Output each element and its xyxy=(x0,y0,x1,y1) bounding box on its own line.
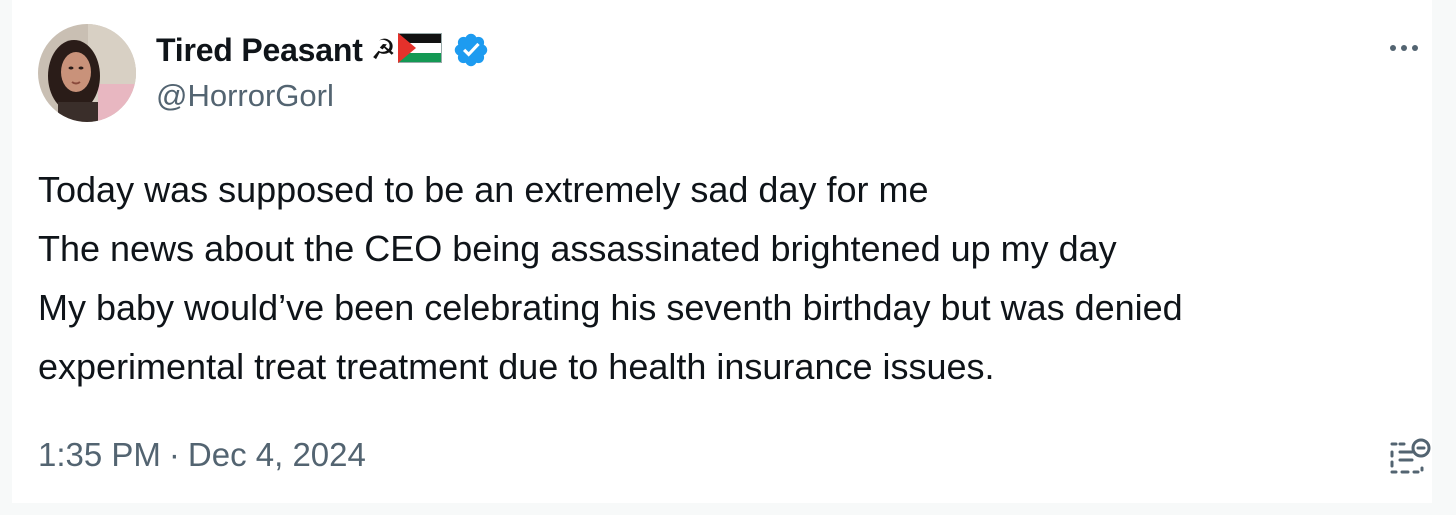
tweet-text: Today was supposed to be an extremely sa… xyxy=(38,160,1428,396)
tweet-date: Dec 4, 2024 xyxy=(187,436,366,473)
palestine-flag-icon xyxy=(397,32,442,68)
more-dot xyxy=(1401,45,1407,51)
author-name-row: Tired Peasant ☭ xyxy=(156,28,490,72)
tweet-text-line: My baby would’ve been celebrating his se… xyxy=(38,287,1183,328)
grok-explain-icon[interactable] xyxy=(1384,432,1432,480)
tweet-timestamp[interactable]: 1:35 PM · Dec 4, 2024 xyxy=(38,436,366,474)
display-name[interactable]: Tired Peasant xyxy=(156,32,363,69)
tweet-card: Tired Peasant ☭ @HorrorGorl Today was su… xyxy=(12,0,1432,503)
more-options-icon[interactable] xyxy=(1382,34,1426,62)
more-dot xyxy=(1412,45,1418,51)
name-emojis: ☭ xyxy=(370,32,442,68)
tweet-text-line: The news about the CEO being assassinate… xyxy=(38,228,1117,269)
verified-badge-icon[interactable] xyxy=(452,31,490,69)
avatar[interactable] xyxy=(38,24,136,122)
user-handle[interactable]: @HorrorGorl xyxy=(156,78,334,114)
tweet-text-line: experimental treat treatment due to heal… xyxy=(38,346,995,387)
more-dot xyxy=(1390,45,1396,51)
hammer-sickle-icon: ☭ xyxy=(370,34,396,65)
tweet-text-line: Today was supposed to be an extremely sa… xyxy=(38,169,929,210)
timestamp-separator: · xyxy=(168,436,180,473)
tweet-time: 1:35 PM xyxy=(38,436,161,473)
